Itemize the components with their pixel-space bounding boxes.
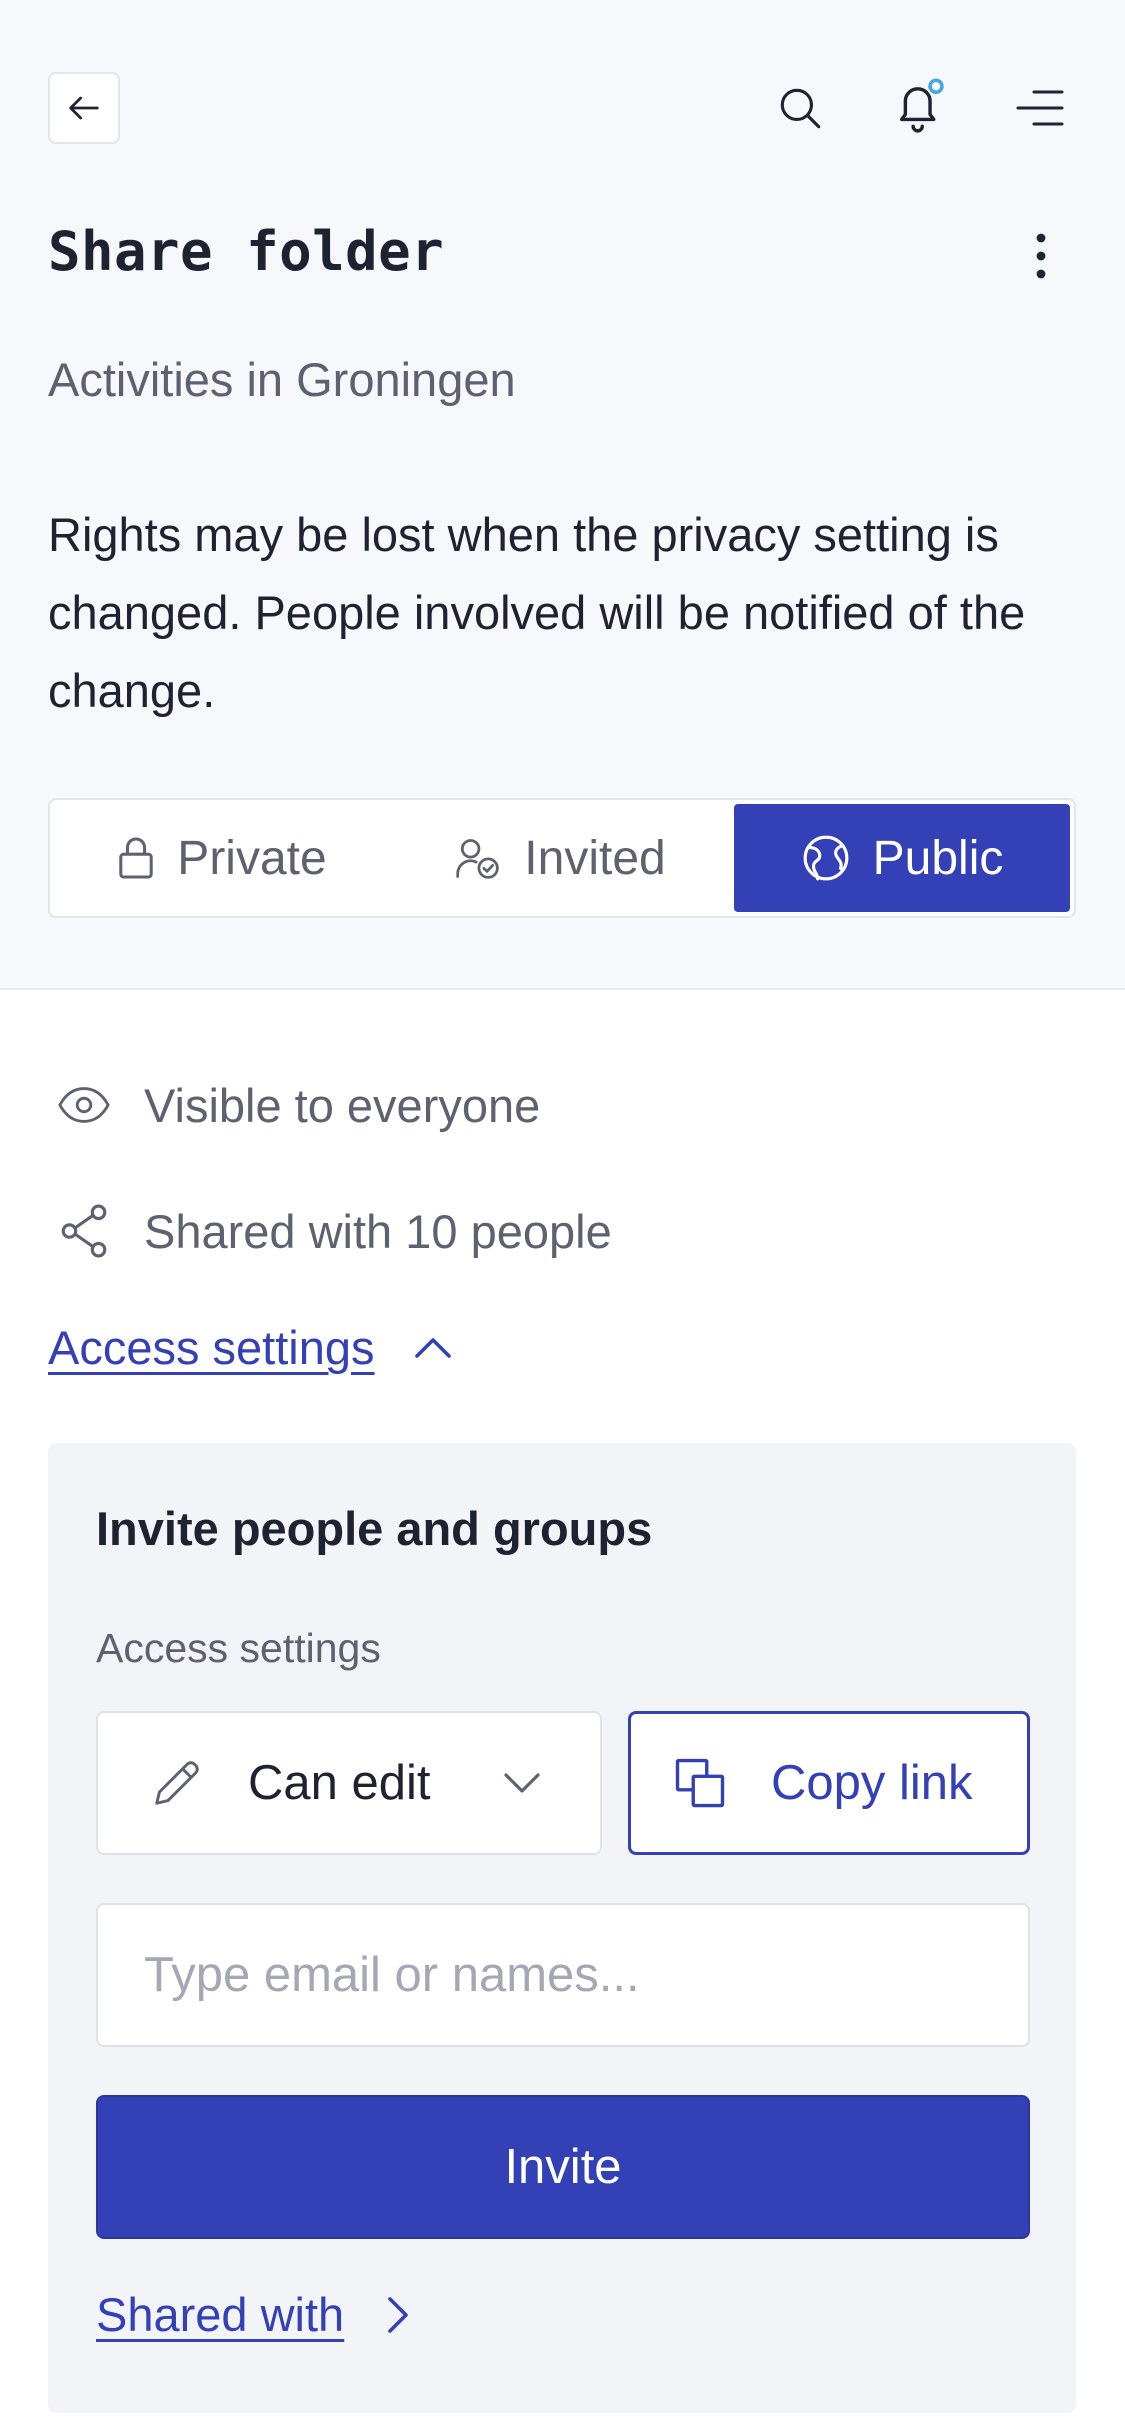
invite-panel-title: Invite people and groups <box>96 1502 653 1555</box>
privacy-notice: Rights may be lost when the privacy sett… <box>48 508 1026 717</box>
bell-icon <box>900 78 944 133</box>
permission-select[interactable]: Can edit <box>96 1711 602 1855</box>
header-section: Share folder Activities in Groningen Rig… <box>0 0 1125 990</box>
privacy-option-label: Private <box>177 831 327 885</box>
more-options-button[interactable] <box>1005 220 1077 292</box>
globe-icon <box>803 835 849 881</box>
invite-button[interactable]: Invite <box>96 2095 1030 2239</box>
folder-name: Activities in Groningen <box>48 353 516 406</box>
privacy-option-private[interactable]: Private <box>54 804 390 912</box>
privacy-option-label: Public <box>872 831 1004 885</box>
copy-link-button[interactable]: Copy link <box>628 1711 1030 1855</box>
privacy-option-label: Invited <box>524 831 666 885</box>
eye-icon <box>48 1069 120 1141</box>
share-icon <box>48 1195 120 1267</box>
visibility-text: Visible to everyone <box>144 1078 541 1132</box>
pencil-icon <box>150 1756 204 1810</box>
more-vertical-icon <box>1036 233 1046 279</box>
email-input[interactable] <box>96 1903 1030 2047</box>
invite-panel: Invite people and groups Access settings… <box>48 1443 1076 2413</box>
permission-value: Can edit <box>248 1756 431 1810</box>
back-button[interactable] <box>48 72 120 144</box>
access-settings-toggle[interactable]: Access settings <box>48 1320 453 1375</box>
visibility-info: Visible to everyone <box>48 1069 540 1141</box>
access-settings-field-label: Access settings <box>96 1625 381 1671</box>
privacy-option-public[interactable]: Public <box>734 804 1070 912</box>
access-settings-label: Access settings <box>48 1321 375 1374</box>
shared-with-link[interactable]: Shared with <box>96 2287 410 2342</box>
privacy-selector: Private Invited Public <box>48 798 1076 918</box>
menu-icon <box>1016 90 1064 126</box>
privacy-option-invited[interactable]: Invited <box>390 804 730 912</box>
chevron-right-icon <box>386 2295 410 2335</box>
shared-count-text: Shared with 10 people <box>144 1204 612 1258</box>
notifications-button[interactable] <box>884 72 956 144</box>
menu-button[interactable] <box>1004 72 1076 144</box>
shared-count-info: Shared with 10 people <box>48 1195 612 1267</box>
chevron-up-icon <box>413 1336 453 1360</box>
shared-with-label: Shared with <box>96 2288 345 2341</box>
search-button[interactable] <box>764 72 836 144</box>
copy-icon <box>673 1756 727 1810</box>
arrow-left-icon <box>69 96 99 120</box>
chevron-down-icon <box>502 1771 542 1795</box>
copy-link-label: Copy link <box>771 1756 973 1810</box>
page-title: Share folder <box>48 220 445 283</box>
lock-icon <box>119 837 154 879</box>
user-check-icon <box>456 839 500 879</box>
search-icon <box>780 88 821 129</box>
